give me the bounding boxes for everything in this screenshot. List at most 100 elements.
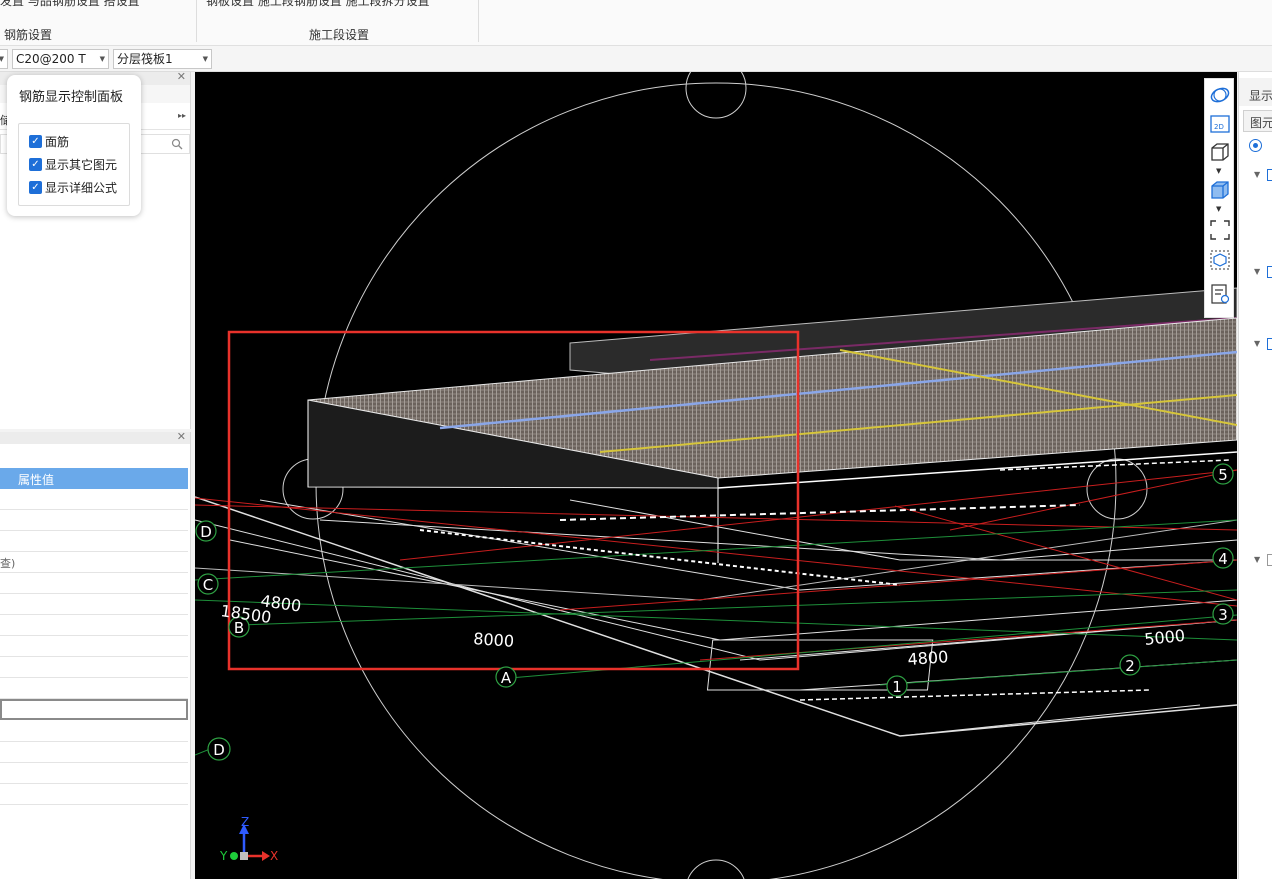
axis-bubble-a: A xyxy=(495,666,517,688)
property-table-header: 属性值 xyxy=(0,468,188,489)
chevron-down-icon[interactable]: ▼ xyxy=(1254,170,1260,179)
axis-label: 1 xyxy=(892,678,902,696)
panel-title: 钢筋显示控制面板 xyxy=(19,90,124,105)
table-row[interactable]: 查) xyxy=(0,552,188,573)
table-row-selected[interactable] xyxy=(0,699,188,720)
rebar-display-control-panel: 钢筋显示控制面板 ✓ 面筋 ✓ 显示其它图元 ✓ 显示详细公式 xyxy=(7,75,141,216)
dimension-label: 5000 xyxy=(1143,626,1185,649)
dynamic-observe-icon[interactable] xyxy=(1209,84,1231,106)
options-box: ✓ 面筋 ✓ 显示其它图元 ✓ 显示详细公式 xyxy=(18,123,130,206)
orbit-handle-top xyxy=(685,72,747,119)
dimension-label: 8000 xyxy=(473,629,515,651)
table-row[interactable] xyxy=(0,636,188,657)
panel-title-bar: 显示 xyxy=(1239,78,1272,106)
axis-bubble-3: 3 xyxy=(1212,603,1234,625)
ribbon-cut-buttons-right[interactable]: 钢板设置 施工段钢筋设置 施工段拆分设置 xyxy=(206,0,430,9)
axis-label: 3 xyxy=(1218,606,1228,624)
gizmo-x-label: X xyxy=(270,849,278,863)
option-show-other-elements[interactable]: ✓ 显示其它图元 xyxy=(29,155,117,173)
table-row[interactable] xyxy=(0,510,188,531)
property-toolbar: ▼ C20@200 T ▼ 分层筏板1 ▼ xyxy=(0,46,1272,72)
option-label: 显示其它图元 xyxy=(45,157,118,172)
property-value-header: 属性值 xyxy=(18,473,55,487)
axis-bubble-1: 1 xyxy=(886,675,908,697)
plan-outline xyxy=(195,496,1237,737)
table-row[interactable] xyxy=(0,531,188,552)
table-row[interactable] xyxy=(0,594,188,615)
axis-label: 2 xyxy=(1125,657,1135,675)
tab-elements[interactable]: 图元 xyxy=(1243,110,1272,132)
table-row[interactable] xyxy=(0,678,188,699)
ribbon-separator xyxy=(196,0,197,42)
checkbox-checked-icon[interactable]: ✓ xyxy=(29,134,42,148)
orbit-handle-right xyxy=(1086,458,1148,520)
close-icon[interactable]: ✕ xyxy=(177,70,186,83)
chevron-down-icon[interactable]: ▼ xyxy=(1254,339,1260,348)
axis-label: D xyxy=(213,741,225,759)
tab-label: 图元 xyxy=(1250,116,1272,130)
checkbox-checked-icon[interactable]: ✓ xyxy=(29,157,42,171)
rebar-spec-value: C20@200 T xyxy=(16,52,86,66)
chevron-down-icon[interactable]: ▼ xyxy=(1216,167,1221,175)
local-3d-icon[interactable] xyxy=(1209,249,1231,271)
table-row[interactable] xyxy=(0,763,188,784)
axis-label: D xyxy=(200,523,212,541)
ribbon-separator xyxy=(478,0,479,42)
checkbox-icon[interactable] xyxy=(1267,554,1272,566)
3d-viewport[interactable]: D C B A D 1 2 3 4 5 4800 18500 8000 4800… xyxy=(195,72,1237,879)
row-cut-text: 查) xyxy=(0,557,16,570)
axis-bubble-d-bottom: D xyxy=(207,737,231,761)
checkbox-checked-icon[interactable]: ✓ xyxy=(29,180,42,194)
option-label: 面筋 xyxy=(45,134,70,149)
panel-title: 显示 xyxy=(1249,89,1272,103)
axis-bubble-c: C xyxy=(197,573,219,595)
gizmo-y-label: Y xyxy=(219,849,228,863)
close-icon[interactable]: ✕ xyxy=(177,430,186,443)
chevron-down-icon[interactable]: ▼ xyxy=(1254,555,1260,564)
svg-text:2D: 2D xyxy=(1214,123,1224,131)
orbit-handle-bottom xyxy=(687,859,745,879)
cut-dropdown[interactable]: ▼ xyxy=(0,49,8,69)
view-3d-cube-icon[interactable] xyxy=(1209,141,1231,163)
ribbon-group-rebar-settings: 钢筋设置 xyxy=(4,28,53,42)
display-settings-icon[interactable] xyxy=(1209,283,1231,305)
axis-bubble-4: 4 xyxy=(1212,547,1234,569)
view-toolbar: 2D ▼ ▼ xyxy=(1204,78,1234,318)
checkbox-icon[interactable] xyxy=(1267,338,1272,350)
axis-bubble-d-top: D xyxy=(195,520,217,542)
table-row[interactable] xyxy=(0,721,188,742)
chevron-down-icon[interactable]: ▼ xyxy=(1216,205,1221,213)
table-row[interactable] xyxy=(0,742,188,763)
table-row[interactable] xyxy=(0,615,188,636)
chevron-down-icon[interactable]: ▼ xyxy=(1254,267,1260,276)
option-top-rebar[interactable]: ✓ 面筋 xyxy=(29,132,69,150)
table-row[interactable] xyxy=(0,657,188,678)
checkbox-icon[interactable] xyxy=(1267,169,1272,181)
table-row[interactable] xyxy=(0,489,188,510)
axis-label: A xyxy=(501,669,512,687)
display-settings-panel: 显示 图元 ▼ ▼ ▼ ▼ xyxy=(1238,72,1272,879)
table-row[interactable] xyxy=(0,784,188,805)
axis-label: 5 xyxy=(1218,466,1228,484)
view-2d-icon[interactable]: 2D xyxy=(1209,113,1231,135)
ribbon-group-section-settings: 施工段设置 xyxy=(309,28,370,42)
gizmo-z-label: Z xyxy=(241,815,249,829)
checkbox-icon[interactable] xyxy=(1267,266,1272,278)
expand-icon[interactable]: ▸▸ xyxy=(178,111,186,120)
axis-bubble-2: 2 xyxy=(1119,654,1141,676)
axis-bubble-5: 5 xyxy=(1212,463,1234,485)
option-show-detailed-formula[interactable]: ✓ 显示详细公式 xyxy=(29,178,117,196)
ribbon-cut-buttons-left[interactable]: 发置 与品钢筋设置 搭设置 xyxy=(0,0,140,9)
render-mode-icon[interactable] xyxy=(1209,179,1231,201)
axis-gizmo: Z Y X xyxy=(219,815,278,863)
radio-selected[interactable] xyxy=(1249,139,1262,152)
table-row[interactable] xyxy=(0,573,188,594)
chevron-down-icon: ▼ xyxy=(99,55,105,63)
rebar-spec-dropdown[interactable]: C20@200 T ▼ xyxy=(12,49,109,69)
axis-label: C xyxy=(203,576,213,594)
dimension-label: 4800 xyxy=(907,647,949,669)
fit-view-icon[interactable] xyxy=(1209,219,1231,241)
axis-label: 4 xyxy=(1218,550,1228,568)
cad-drawing: D C B A D 1 2 3 4 5 4800 18500 8000 4800… xyxy=(195,72,1237,879)
layer-slab-dropdown[interactable]: 分层筏板1 ▼ xyxy=(113,49,212,69)
